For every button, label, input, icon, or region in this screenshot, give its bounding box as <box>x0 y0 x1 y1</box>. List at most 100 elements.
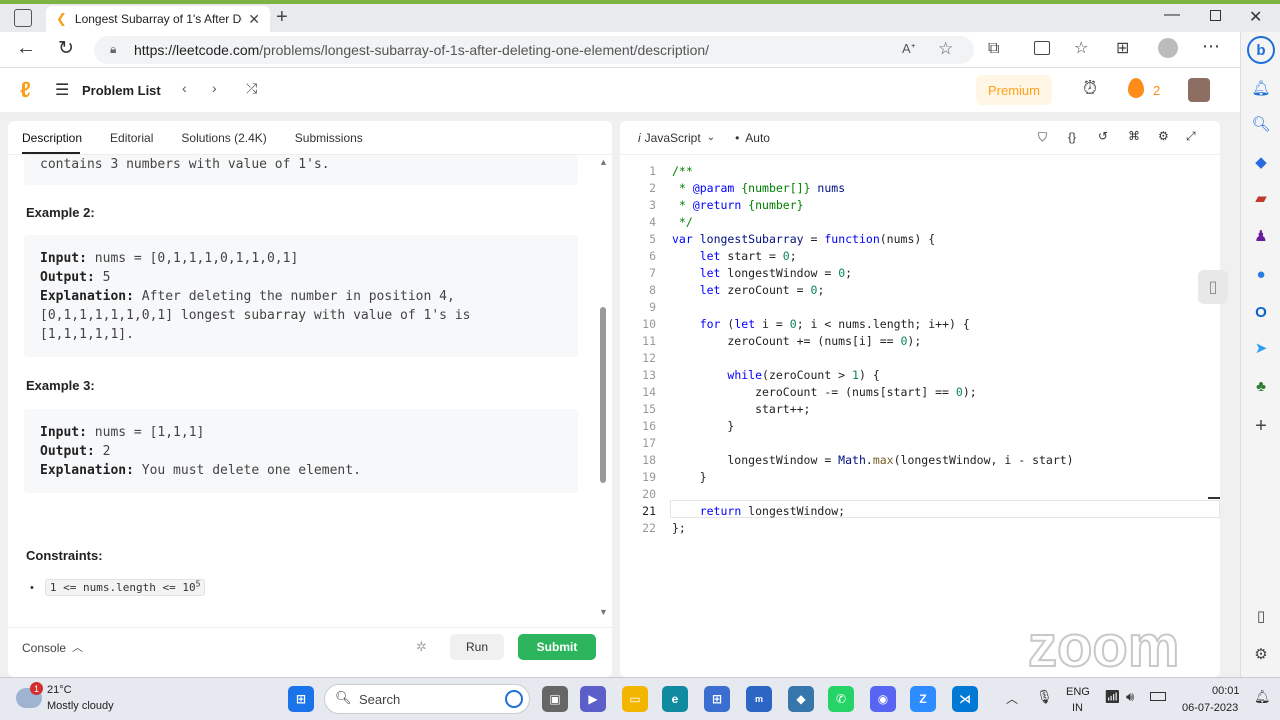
maximize-icon[interactable] <box>1210 10 1221 21</box>
whatsapp-icon[interactable]: ✆ <box>828 686 854 712</box>
random-problem-icon[interactable]: ⤮ <box>246 80 257 97</box>
alarm-clock-icon[interactable]: ⏰︎ <box>1083 78 1097 99</box>
editor-settings-icon[interactable]: ⚙ <box>1158 129 1169 143</box>
next-problem-icon[interactable]: › <box>212 80 217 96</box>
teams-icon[interactable]: ▶ <box>580 686 606 712</box>
refresh-icon[interactable]: ↻ <box>58 37 74 60</box>
browser-tab[interactable]: ❮ Longest Subarray of 1's After De ✕ <box>46 6 270 32</box>
code-line: let start = 0; <box>699 249 797 263</box>
language-select[interactable]: JavaScript <box>645 131 701 145</box>
url-host: https://leetcode.com <box>134 42 260 58</box>
taskbar-search[interactable]: 🔍︎ Search <box>324 684 530 714</box>
edge-icon[interactable]: e <box>662 686 688 712</box>
line-number: 17 <box>642 436 656 450</box>
language-info-icon: i <box>638 130 641 145</box>
bing-copilot-icon[interactable]: b <box>1247 36 1275 64</box>
minimize-icon[interactable]: — <box>1164 6 1180 24</box>
run-button[interactable]: Run <box>450 634 504 660</box>
collections-icon[interactable]: ⊞ <box>1116 38 1129 58</box>
tab-editorial[interactable]: Editorial <box>110 131 153 145</box>
volume-icon[interactable]: 🔊︎ <box>1126 689 1134 705</box>
scroll-down-icon[interactable]: ▼ <box>599 607 608 617</box>
fullscreen-icon[interactable]: ⤢ <box>1186 129 1196 144</box>
task-view-icon[interactable]: ▣ <box>542 686 568 712</box>
zoom-app-icon[interactable]: Z <box>910 686 936 712</box>
search-sidebar-icon[interactable]: 🔍︎ <box>1249 112 1273 136</box>
auto-mode-label[interactable]: Auto <box>745 131 770 145</box>
streak-flame-icon[interactable] <box>1128 78 1144 98</box>
notifications-icon[interactable]: 🔔︎ <box>1249 76 1273 100</box>
format-code-icon[interactable]: {} <box>1068 130 1076 144</box>
shopping-icon[interactable]: ◆ <box>1249 150 1273 174</box>
send-icon[interactable]: ➤ <box>1249 336 1273 360</box>
line-number: 16 <box>642 419 656 433</box>
ex2-explanation-line2: [0,1,1,1,1,1,0,1] longest subarray with … <box>40 308 471 323</box>
line-number: 9 <box>649 300 656 314</box>
microsoft-365-icon[interactable]: ● <box>1249 262 1273 286</box>
sidebar-layout-icon[interactable]: ▯ <box>1249 604 1273 628</box>
more-menu-icon[interactable]: ⋯ <box>1202 36 1220 57</box>
language-code[interactable]: ENG <box>1066 686 1090 698</box>
scrollbar-track[interactable]: ▲ ▼ <box>599 157 608 621</box>
tab-submissions[interactable]: Submissions <box>295 131 363 145</box>
submit-button[interactable]: Submit <box>518 634 596 660</box>
debug-icon[interactable]: ✲ <box>416 639 427 655</box>
battery-icon[interactable] <box>1150 692 1166 701</box>
line-number: 2 <box>649 181 656 195</box>
clock-date: 06-07-2023 <box>1182 702 1239 714</box>
ex2-input-value: nums = [0,1,1,1,0,1,1,0,1] <box>86 251 299 266</box>
tab-actions-icon[interactable] <box>14 9 32 27</box>
reset-code-icon[interactable]: ↺ <box>1098 129 1108 143</box>
problem-list-link[interactable]: Problem List <box>82 83 161 98</box>
close-window-icon[interactable]: ✕ <box>1249 7 1262 27</box>
read-aloud-icon[interactable]: Aᐩ <box>902 41 916 57</box>
store-icon[interactable]: ⊞ <box>704 686 730 712</box>
leetcode-logo-icon[interactable]: ℓ <box>20 77 31 103</box>
clock-time[interactable]: 00:01 <box>1212 685 1240 697</box>
shortcuts-icon[interactable]: ⌘ <box>1128 129 1140 143</box>
notification-bell-icon[interactable]: 🔔︎ <box>1254 689 1271 705</box>
prev-problem-icon[interactable]: ‹ <box>182 80 187 96</box>
microphone-icon[interactable]: 🎙︎ <box>1036 689 1053 705</box>
close-tab-icon[interactable]: ✕ <box>248 11 260 28</box>
workspace: Description Editorial Solutions (2.4K) S… <box>0 113 1240 680</box>
mathpix-icon[interactable]: m <box>746 686 772 712</box>
favorites-bar-icon[interactable]: ☆ <box>1074 38 1088 58</box>
code-line: let longestWindow = 0; <box>699 266 853 280</box>
description-tabs: Description Editorial Solutions (2.4K) S… <box>8 121 612 155</box>
user-avatar[interactable] <box>1188 78 1210 102</box>
profile-avatar[interactable] <box>1158 38 1178 58</box>
url-field[interactable]: 🔒︎ https://leetcode.com/problems/longest… <box>94 36 974 64</box>
scrollbar-thumb[interactable] <box>600 307 606 483</box>
favorite-icon[interactable]: ☆ <box>938 39 953 59</box>
bookmark-icon[interactable]: ⛉ <box>1038 130 1047 145</box>
premium-button[interactable]: Premium <box>976 75 1052 105</box>
code-area[interactable]: 1 2 3 4 5 6 7 8 9 10 11 12 13 14 15 16 17 18 19 20 21 22 /** … <box>620 163 1220 563</box>
split-screen-icon[interactable] <box>1034 41 1050 55</box>
chevron-up-icon[interactable]: ︿ <box>72 639 83 655</box>
notes-float-icon[interactable]: ▯ <box>1198 270 1228 304</box>
new-tab-icon[interactable]: + <box>276 6 288 29</box>
python-icon[interactable]: ◆ <box>788 686 814 712</box>
tools-icon[interactable]: ▰ <box>1249 186 1273 210</box>
discord-icon[interactable]: ◉ <box>870 686 896 712</box>
tab-description[interactable]: Description <box>22 131 82 145</box>
outlook-icon[interactable]: O <box>1249 300 1273 324</box>
tray-chevron-icon[interactable]: ︿ <box>1006 690 1018 707</box>
file-explorer-icon[interactable]: ▭ <box>622 686 648 712</box>
console-toggle[interactable]: Console <box>22 641 66 655</box>
vscode-icon[interactable]: ⋊ <box>952 686 978 712</box>
scroll-up-icon[interactable]: ▲ <box>599 157 608 167</box>
chevron-down-icon[interactable]: ⌄ <box>707 132 715 143</box>
tab-solutions[interactable]: Solutions (2.4K) <box>181 131 266 145</box>
extensions-icon[interactable]: ⧉ <box>988 40 999 58</box>
settings-icon[interactable]: ⚙ <box>1249 642 1273 666</box>
list-icon[interactable]: ☰ <box>55 80 69 100</box>
constraint-exponent: 5 <box>195 579 201 588</box>
tree-icon[interactable]: ♣ <box>1249 374 1273 398</box>
add-sidebar-icon[interactable]: + <box>1249 414 1273 438</box>
wifi-icon[interactable]: 📶︎ <box>1104 689 1121 705</box>
games-icon[interactable]: ♟ <box>1249 224 1273 248</box>
back-icon[interactable]: ← <box>16 37 36 60</box>
start-icon[interactable]: ⊞ <box>288 686 314 712</box>
